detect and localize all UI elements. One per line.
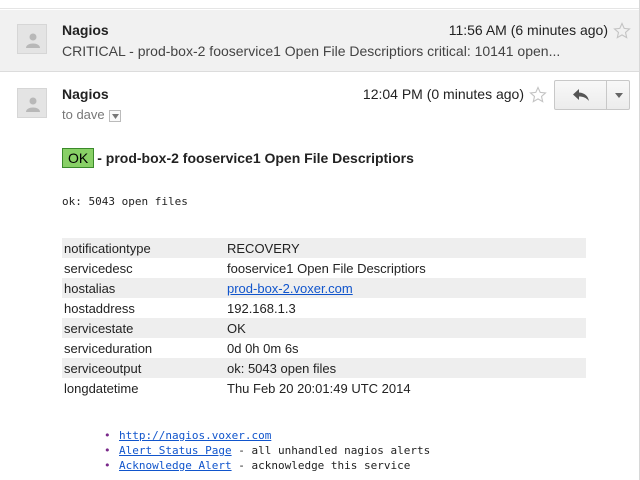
link-description: - acknowledge this service [231, 459, 411, 472]
plugin-output: ok: 5043 open files [62, 195, 188, 208]
table-row: servicestate OK [62, 318, 586, 338]
recipient-label: to dave [62, 107, 105, 122]
message-snippet: CRITICAL - prod-box-2 fooservice1 Open F… [62, 43, 561, 59]
detail-value: fooservice1 Open File Descriptiors [227, 260, 426, 276]
bullet-icon: • [104, 444, 111, 457]
more-options-button[interactable] [608, 81, 630, 109]
recipient-line: to dave [62, 107, 121, 122]
table-row: servicedesc fooservice1 Open File Descri… [62, 258, 586, 278]
detail-key: notificationtype [62, 238, 225, 258]
message-time: 11:56 AM (6 minutes ago) [448, 22, 608, 38]
details-table: notificationtype RECOVERY servicedesc fo… [62, 238, 586, 398]
list-item: • Acknowledge Alert - acknowledge this se… [104, 458, 430, 473]
reply-icon [573, 89, 589, 101]
link-description: - all unhandled nagios alerts [231, 444, 431, 457]
chevron-down-icon [111, 113, 119, 119]
detail-value: Thu Feb 20 20:01:49 UTC 2014 [227, 380, 411, 396]
open-message: Nagios to dave 12:04 PM (0 minutes ago) … [0, 72, 640, 480]
show-details-button[interactable] [108, 109, 121, 122]
detail-value: ok: 5043 open files [225, 358, 586, 378]
person-icon [26, 33, 40, 48]
email-subject: OK - prod-box-2 fooservice1 Open File Des… [62, 148, 414, 168]
avatar [17, 88, 47, 118]
detail-value: RECOVERY [225, 238, 586, 258]
reply-button-group [554, 80, 630, 110]
links-list: • http://nagios.voxer.com • Alert Status P… [104, 428, 430, 473]
detail-value: prod-box-2.voxer.com [225, 278, 586, 298]
list-item: • http://nagios.voxer.com [104, 428, 430, 443]
list-item: • Alert Status Page - all unhandled nagio… [104, 443, 430, 458]
status-badge: OK [62, 148, 95, 168]
star-icon[interactable] [529, 86, 547, 104]
acknowledge-alert-link[interactable]: Acknowledge Alert [119, 459, 232, 472]
table-row: serviceoutput ok: 5043 open files [62, 358, 586, 378]
table-row: longdatetime Thu Feb 20 20:01:49 UTC 201… [62, 378, 586, 398]
hostalias-link[interactable]: prod-box-2.voxer.com [227, 281, 353, 296]
avatar [17, 24, 47, 54]
reply-button[interactable] [555, 81, 607, 109]
sender-name: Nagios [62, 22, 109, 38]
table-row: serviceduration 0d 0h 0m 6s [62, 338, 586, 358]
chevron-down-icon [615, 93, 623, 98]
sender-name: Nagios [62, 86, 109, 102]
subject-text: - prod-box-2 fooservice1 Open File Descr… [97, 150, 414, 166]
star-icon[interactable] [613, 22, 631, 40]
detail-value: OK [225, 318, 586, 338]
bullet-icon: • [104, 459, 111, 472]
detail-key: serviceoutput [62, 358, 225, 378]
detail-key: hostaddress [64, 300, 135, 316]
detail-key: longdatetime [64, 380, 139, 396]
detail-value: 0d 0h 0m 6s [227, 340, 299, 356]
bullet-icon: • [104, 429, 111, 442]
detail-key: serviceduration [64, 340, 153, 356]
detail-value: 192.168.1.3 [227, 300, 296, 316]
nagios-home-link[interactable]: http://nagios.voxer.com [119, 429, 271, 442]
message-time: 12:04 PM (0 minutes ago) [362, 86, 524, 102]
table-row: hostaddress 192.168.1.3 [62, 298, 586, 318]
alert-status-link[interactable]: Alert Status Page [119, 444, 232, 457]
detail-key: hostalias [62, 278, 225, 298]
collapsed-message[interactable]: Nagios 11:56 AM (6 minutes ago) CRITICAL… [0, 10, 640, 72]
table-row: hostalias prod-box-2.voxer.com [62, 278, 586, 298]
person-icon [26, 97, 40, 112]
table-row: notificationtype RECOVERY [62, 238, 586, 258]
detail-key: servicestate [62, 318, 225, 338]
detail-key: servicedesc [64, 260, 133, 276]
top-rule [0, 0, 640, 9]
